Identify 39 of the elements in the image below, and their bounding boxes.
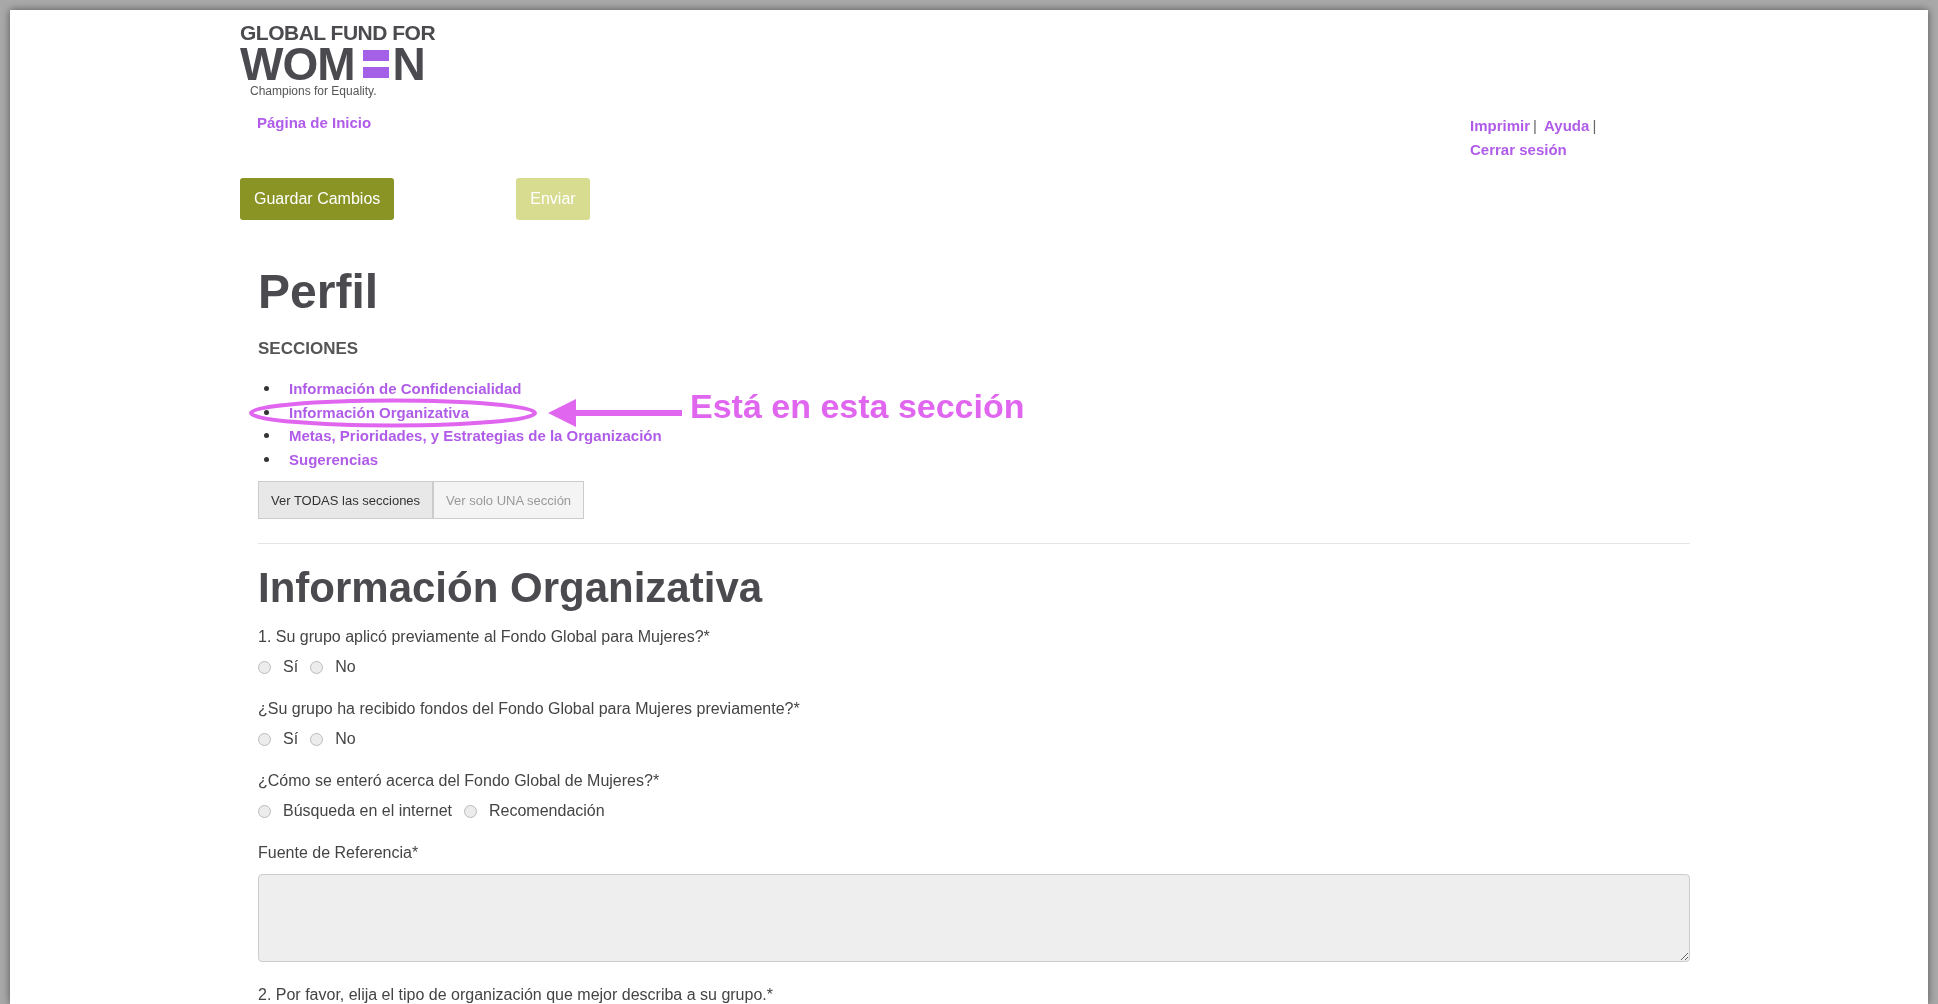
annotation-text: Está en esta sección	[690, 386, 1025, 426]
section-link[interactable]: Metas, Prioridades, y Estrategias de la Organización	[289, 427, 662, 445]
section-title: Información Organizativa	[258, 564, 764, 612]
radio-button[interactable]	[310, 660, 324, 674]
bullet-icon	[264, 433, 269, 439]
radio-button[interactable]	[258, 660, 271, 674]
option-label: Sí	[283, 730, 299, 748]
home-link[interactable]: Página de Inicio	[257, 114, 372, 162]
bullet-icon	[264, 409, 269, 415]
question-label: ¿Cómo se enteró acerca del Fondo Global de Mujeres?*	[258, 772, 661, 790]
question-label: ¿Su grupo ha recibido fondos del Fondo Global para Mujeres previamente?*	[258, 700, 801, 718]
utility-link[interactable]: Cerrar sesión	[1470, 138, 1567, 162]
utility-link[interactable]: Ayuda	[1544, 114, 1590, 138]
radio-button[interactable]	[310, 732, 324, 746]
question-label: 1. Su grupo aplicó previamente al Fondo Global para Mujeres?*	[258, 628, 711, 646]
radio-button[interactable]	[258, 804, 271, 818]
option-label: No	[335, 730, 356, 748]
view-toggle-button[interactable]: Ver solo UNA sección	[433, 481, 585, 519]
view-toggle-button[interactable]: Ver TODAS las secciones	[258, 481, 434, 519]
link-separator: |	[1533, 117, 1537, 134]
sections-heading: SECCIONES	[258, 339, 360, 359]
radio-button[interactable]	[258, 732, 271, 746]
bullet-icon	[264, 456, 269, 462]
option-label: Búsqueda en el internet	[283, 802, 452, 820]
section-link[interactable]: Sugerencias	[289, 450, 379, 468]
link-separator: |	[1592, 117, 1597, 134]
option-label: No	[335, 658, 356, 676]
radio-button[interactable]	[464, 804, 477, 818]
question-label: Fuente de Referencia*	[258, 844, 420, 862]
question-label: 2. Por favor, elija el tipo de organización que mejor describa a su grupo.*	[258, 986, 774, 1004]
action-button[interactable]: Guardar Cambios	[240, 178, 395, 220]
section-link[interactable]: Información de Confidencialidad	[289, 380, 522, 398]
logo[interactable]: GLOBAL FUND FOR WOM N Champions for Equality.	[240, 22, 436, 98]
utility-link[interactable]: Imprimir	[1470, 114, 1530, 138]
option-label: Recomendación	[489, 802, 605, 820]
option-label: Sí	[283, 658, 299, 676]
page-title: Perfil	[258, 264, 380, 319]
text-area[interactable]	[258, 874, 1690, 962]
bullet-icon	[264, 386, 269, 392]
